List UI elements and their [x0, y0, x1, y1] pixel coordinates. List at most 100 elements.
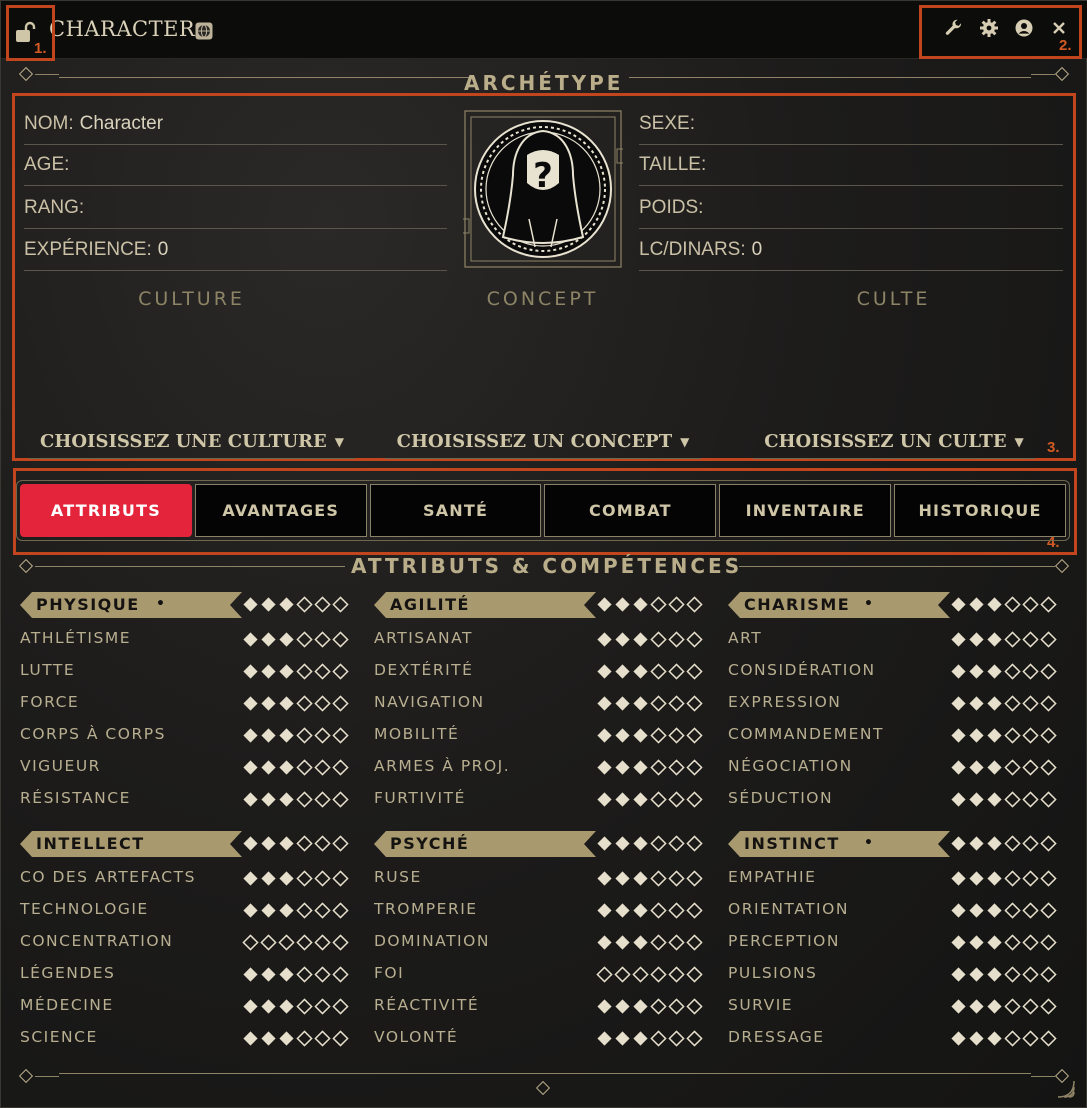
- diamond-empty-icon[interactable]: [668, 835, 685, 852]
- diamond-filled-icon[interactable]: [260, 966, 277, 983]
- diamond-filled-icon[interactable]: [278, 695, 295, 712]
- diamond-filled-icon[interactable]: [260, 998, 277, 1015]
- diamond-empty-icon[interactable]: [1022, 870, 1039, 887]
- diamond-filled-icon[interactable]: [596, 759, 613, 776]
- field-taille[interactable]: TAILLE:: [639, 145, 1063, 186]
- diamond-filled-icon[interactable]: [950, 934, 967, 951]
- skill-row[interactable]: LUTTE: [20, 657, 360, 689]
- diamond-filled-icon[interactable]: [242, 791, 259, 808]
- diamond-filled-icon[interactable]: [278, 596, 295, 613]
- skill-row[interactable]: SURVIE: [728, 992, 1068, 1024]
- diamond-filled-icon[interactable]: [242, 631, 259, 648]
- diamond-filled-icon[interactable]: [968, 596, 985, 613]
- diamond-empty-icon[interactable]: [686, 759, 703, 776]
- diamond-empty-icon[interactable]: [1040, 596, 1057, 613]
- diamond-filled-icon[interactable]: [950, 998, 967, 1015]
- diamond-empty-icon[interactable]: [1004, 663, 1021, 680]
- diamond-empty-icon[interactable]: [332, 631, 349, 648]
- skill-row[interactable]: MOBILITÉ: [374, 721, 714, 753]
- diamond-filled-icon[interactable]: [260, 759, 277, 776]
- skill-name[interactable]: MOBILITÉ: [374, 725, 459, 743]
- diamond-filled-icon[interactable]: [242, 695, 259, 712]
- diamond-filled-icon[interactable]: [278, 631, 295, 648]
- skill-row[interactable]: ATHLÉTISME: [20, 625, 360, 657]
- diamond-empty-icon[interactable]: [332, 998, 349, 1015]
- diamond-filled-icon[interactable]: [596, 791, 613, 808]
- diamond-filled-icon[interactable]: [632, 934, 649, 951]
- diamond-empty-icon[interactable]: [296, 934, 313, 951]
- skill-row[interactable]: MÉDECINE: [20, 992, 360, 1024]
- diamond-empty-icon[interactable]: [650, 596, 667, 613]
- skill-row[interactable]: VOLONTÉ: [374, 1024, 714, 1056]
- diamond-empty-icon[interactable]: [650, 727, 667, 744]
- diamond-empty-icon[interactable]: [296, 596, 313, 613]
- skill-row[interactable]: ARTISANAT: [374, 625, 714, 657]
- diamond-filled-icon[interactable]: [632, 791, 649, 808]
- diamond-empty-icon[interactable]: [1022, 727, 1039, 744]
- diamond-empty-icon[interactable]: [686, 835, 703, 852]
- skill-name[interactable]: EMPATHIE: [728, 868, 816, 886]
- skill-name[interactable]: VIGUEUR: [20, 757, 101, 775]
- diamond-filled-icon[interactable]: [950, 966, 967, 983]
- diamond-empty-icon[interactable]: [1004, 1030, 1021, 1047]
- diamond-filled-icon[interactable]: [950, 870, 967, 887]
- diamond-filled-icon[interactable]: [632, 902, 649, 919]
- diamond-filled-icon[interactable]: [278, 835, 295, 852]
- skill-name[interactable]: LUTTE: [20, 661, 75, 679]
- diamond-empty-icon[interactable]: [332, 934, 349, 951]
- diamond-filled-icon[interactable]: [614, 998, 631, 1015]
- diamond-filled-icon[interactable]: [596, 596, 613, 613]
- diamond-empty-icon[interactable]: [686, 663, 703, 680]
- diamond-empty-icon[interactable]: [650, 966, 667, 983]
- diamond-filled-icon[interactable]: [614, 631, 631, 648]
- diamond-empty-icon[interactable]: [332, 835, 349, 852]
- diamond-empty-icon[interactable]: [614, 966, 631, 983]
- diamond-empty-icon[interactable]: [686, 631, 703, 648]
- diamond-empty-icon[interactable]: [596, 966, 613, 983]
- diamond-empty-icon[interactable]: [314, 631, 331, 648]
- diamond-filled-icon[interactable]: [242, 870, 259, 887]
- diamond-empty-icon[interactable]: [650, 835, 667, 852]
- diamond-empty-icon[interactable]: [1004, 835, 1021, 852]
- diamond-filled-icon[interactable]: [632, 759, 649, 776]
- diamond-empty-icon[interactable]: [668, 631, 685, 648]
- diamond-filled-icon[interactable]: [278, 663, 295, 680]
- diamond-filled-icon[interactable]: [968, 966, 985, 983]
- diamond-empty-icon[interactable]: [332, 727, 349, 744]
- diamond-filled-icon[interactable]: [986, 596, 1003, 613]
- diamond-filled-icon[interactable]: [242, 663, 259, 680]
- diamond-empty-icon[interactable]: [668, 870, 685, 887]
- diamond-empty-icon[interactable]: [650, 631, 667, 648]
- diamond-empty-icon[interactable]: [668, 966, 685, 983]
- skill-name[interactable]: CORPS À CORPS: [20, 725, 166, 743]
- field-rang[interactable]: RANG:: [24, 188, 447, 229]
- skill-name[interactable]: EXPRESSION: [728, 693, 841, 711]
- diamond-filled-icon[interactable]: [278, 1030, 295, 1047]
- attribute-header[interactable]: PSYCHÉ: [374, 831, 714, 857]
- diamond-filled-icon[interactable]: [968, 870, 985, 887]
- diamond-filled-icon[interactable]: [242, 966, 259, 983]
- diamond-filled-icon[interactable]: [614, 759, 631, 776]
- diamond-filled-icon[interactable]: [950, 631, 967, 648]
- diamond-empty-icon[interactable]: [314, 791, 331, 808]
- diamond-empty-icon[interactable]: [686, 695, 703, 712]
- skill-row[interactable]: LÉGENDES: [20, 960, 360, 992]
- diamond-filled-icon[interactable]: [596, 663, 613, 680]
- diamond-filled-icon[interactable]: [632, 998, 649, 1015]
- culte-select[interactable]: CHOISISSEZ UN CULTE ▼: [753, 425, 1035, 459]
- diamond-filled-icon[interactable]: [278, 998, 295, 1015]
- skill-name[interactable]: ORIENTATION: [728, 900, 849, 918]
- skill-name[interactable]: PULSIONS: [728, 964, 817, 982]
- skill-row[interactable]: SÉDUCTION: [728, 785, 1068, 817]
- diamond-empty-icon[interactable]: [686, 870, 703, 887]
- diamond-empty-icon[interactable]: [1022, 759, 1039, 776]
- diamond-filled-icon[interactable]: [986, 934, 1003, 951]
- diamond-empty-icon[interactable]: [296, 791, 313, 808]
- diamond-filled-icon[interactable]: [278, 791, 295, 808]
- diamond-empty-icon[interactable]: [686, 727, 703, 744]
- diamond-empty-icon[interactable]: [314, 727, 331, 744]
- diamond-filled-icon[interactable]: [614, 870, 631, 887]
- skill-name[interactable]: DEXTÉRITÉ: [374, 661, 473, 679]
- diamond-filled-icon[interactable]: [950, 695, 967, 712]
- diamond-filled-icon[interactable]: [614, 695, 631, 712]
